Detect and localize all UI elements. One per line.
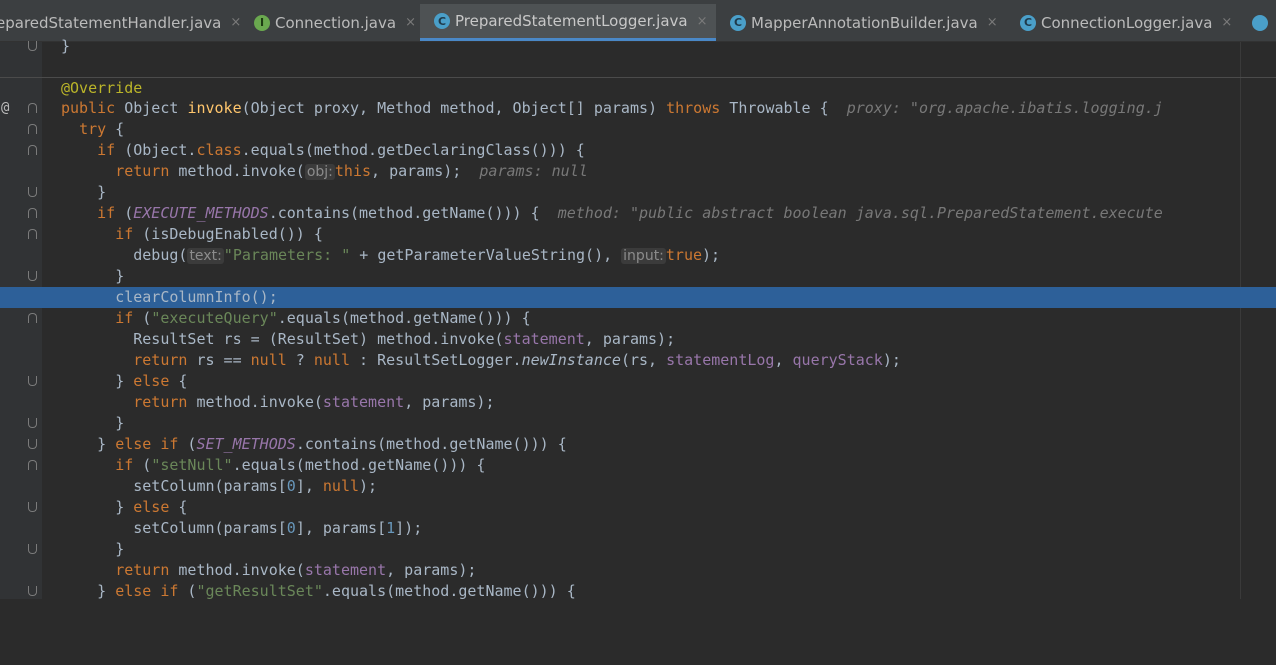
fold-start-icon[interactable] <box>28 229 37 239</box>
code-line: } <box>0 182 1276 203</box>
code-editor[interactable]: } @Override @ public Object invoke(Objec… <box>0 37 1276 600</box>
tab-label: ConnectionLogger.java <box>1041 13 1213 32</box>
code-line: debug(text: "Parameters: " + getParameter… <box>133 246 721 264</box>
class-icon: C <box>1020 14 1036 31</box>
code-line: try { <box>0 119 1276 140</box>
code-line: } <box>0 413 1276 434</box>
code-line: } <box>0 266 1276 287</box>
annotation: @Override <box>61 79 143 97</box>
code-line: setColumn(params[0], params[1]); <box>133 519 423 537</box>
close-icon[interactable]: × <box>230 15 241 30</box>
close-icon[interactable]: × <box>405 15 416 30</box>
tab-label: Connection.java <box>275 13 397 32</box>
code-line: if ("setNull".equals(method.getName())) … <box>0 455 1276 476</box>
code-line: } <box>0 539 1276 560</box>
fold-start-icon[interactable] <box>28 145 37 155</box>
code-line: if (isDebugEnabled()) { <box>0 224 1276 245</box>
inline-debug-hint: method: "public abstract boolean java.sq… <box>557 204 1163 222</box>
class-icon: C <box>434 13 450 29</box>
close-icon[interactable]: × <box>1221 15 1232 30</box>
code-line: @Override <box>0 77 1276 99</box>
parameter-hint: input: <box>621 248 666 264</box>
code-line: } else { <box>0 497 1276 518</box>
fold-end-icon[interactable] <box>28 376 37 386</box>
fold-end-icon[interactable] <box>28 187 37 197</box>
override-marker-icon[interactable]: @ <box>1 98 9 119</box>
code-line: if (Object.class.equals(method.getDeclar… <box>0 140 1276 161</box>
code-line: } else if (SET_METHODS.contains(method.g… <box>0 434 1276 455</box>
fold-start-icon[interactable] <box>28 103 37 113</box>
code-line: if ("executeQuery".equals(method.getName… <box>0 308 1276 329</box>
fold-end-icon[interactable] <box>28 41 37 51</box>
code-line-current-execution: clearColumnInfo(); <box>0 287 1276 308</box>
parameter-hint: obj: <box>304 164 335 180</box>
fold-end-icon[interactable] <box>28 502 37 512</box>
parameter-hint: text: <box>187 248 224 264</box>
close-icon[interactable]: × <box>987 15 998 30</box>
fold-start-icon[interactable] <box>28 460 37 470</box>
class-icon: C <box>730 14 746 31</box>
tab-label: PreparedStatementLogger.java <box>455 12 688 30</box>
interface-icon: I <box>254 14 270 31</box>
tab-label: eparedStatementHandler.java <box>0 13 222 32</box>
code-line: return method.invoke(obj: this, params); … <box>115 162 588 180</box>
tab-label: MapperAnnotationBuilder.java <box>751 13 978 32</box>
code-line: setColumn(params[0], null); <box>133 477 378 495</box>
code-line: } <box>0 36 1276 57</box>
fold-end-icon[interactable] <box>28 271 37 281</box>
fold-end-icon[interactable] <box>28 418 37 428</box>
fold-start-icon[interactable] <box>28 313 37 323</box>
fold-end-icon[interactable] <box>28 439 37 449</box>
fold-start-icon[interactable] <box>28 124 37 134</box>
class-icon <box>1252 14 1268 31</box>
inline-debug-hint: proxy: "org.apache.ibatis.logging.j <box>846 99 1163 117</box>
code-line: return rs == null ? null : ResultSetLogg… <box>133 351 901 369</box>
code-line: ResultSet rs = (ResultSet) method.invoke… <box>133 330 676 348</box>
fold-end-icon[interactable] <box>28 544 37 554</box>
inline-debug-hint: params: null <box>479 162 588 180</box>
fold-end-icon[interactable] <box>28 586 37 596</box>
code-line: if (EXECUTE_METHODS.contains(method.getN… <box>0 203 1276 224</box>
code-line: return method.invoke(statement, params); <box>133 393 495 411</box>
close-icon[interactable]: × <box>697 14 708 29</box>
fold-start-icon[interactable] <box>28 208 37 218</box>
code-line: } else { <box>0 371 1276 392</box>
code-line: return method.invoke(statement, params); <box>115 561 477 579</box>
code-line-method-signature: @ public Object invoke(Object proxy, Met… <box>1 98 1163 119</box>
